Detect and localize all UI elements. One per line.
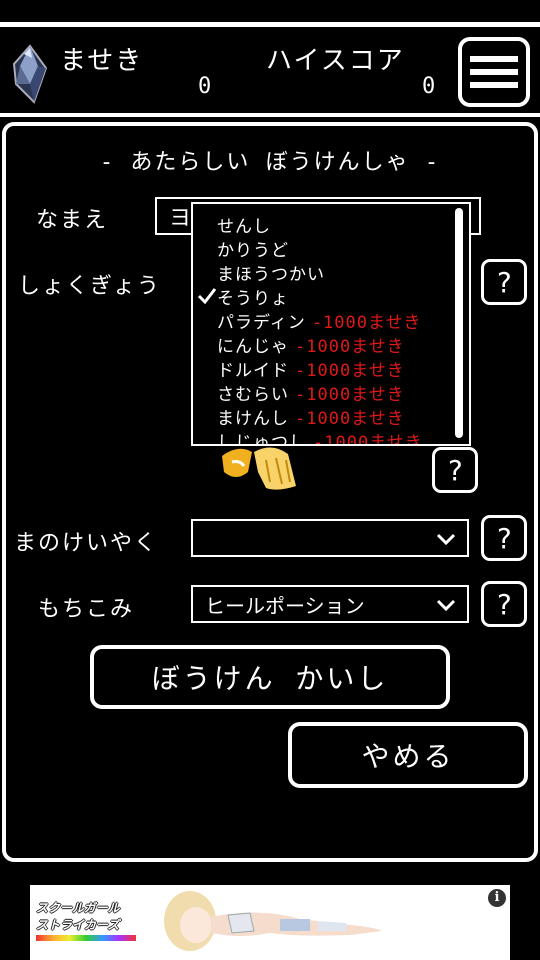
character-sprite xyxy=(222,447,296,490)
job-option-label: まけんし xyxy=(217,409,289,429)
menu-button[interactable] xyxy=(458,37,530,107)
job-option-cost: -1000ませき xyxy=(313,433,423,446)
job-option-cost: -1000ませき xyxy=(295,385,405,405)
header-divider xyxy=(0,113,540,117)
pact-select[interactable] xyxy=(191,519,469,557)
name-label: なまえ xyxy=(36,208,109,233)
job-option-label: さむらい xyxy=(217,385,289,405)
job-option-label: かりうど xyxy=(217,241,289,261)
chevron-down-icon xyxy=(436,599,456,612)
job-option-magic-swordsman[interactable]: まけんし -1000ませき xyxy=(217,404,405,429)
carry-select-value: ヒールポーション xyxy=(205,593,365,618)
job-option-hunter[interactable]: かりうど xyxy=(217,236,289,261)
job-option-druid[interactable]: ドルイド -1000ませき xyxy=(217,356,405,381)
hamburger-menu-icon xyxy=(470,56,518,62)
job-dropdown-list[interactable]: せんし かりうど まほうつかい そうりょ パラディン -1000ませき にんじゃ -… xyxy=(191,202,471,446)
job-option-necromancer[interactable]: しじゅつし -1000ませき xyxy=(217,428,423,446)
ad-logo-bars xyxy=(36,935,136,941)
checkmark-icon xyxy=(197,288,217,305)
highscore-label: ハイスコア xyxy=(266,46,405,76)
pact-label: まのけいやく xyxy=(14,531,159,556)
job-option-label: しじゅつし xyxy=(217,433,307,446)
job-help-button[interactable]: ? xyxy=(481,259,527,305)
pact-help-button[interactable]: ? xyxy=(481,515,527,561)
job-option-cost: -1000ませき xyxy=(295,409,405,429)
start-adventure-button[interactable]: ぼうけん かいし xyxy=(90,645,450,709)
chevron-down-icon xyxy=(436,533,456,546)
hamburger-bar xyxy=(470,69,518,75)
job-option-paladin[interactable]: パラディン -1000ませき xyxy=(217,308,421,333)
job-option-warrior[interactable]: せんし xyxy=(217,212,271,237)
job-option-cost: -1000ませき xyxy=(295,337,405,357)
job-option-label: まほうつかい xyxy=(217,265,325,285)
carry-label: もちこみ xyxy=(38,597,135,622)
carry-select[interactable]: ヒールポーション xyxy=(191,585,469,623)
job-option-label: にんじゃ xyxy=(217,337,289,357)
ad-logo: スクールガール ストライカーズ xyxy=(36,899,136,941)
hamburger-bar xyxy=(470,82,518,88)
ad-logo-line1: スクールガール xyxy=(36,901,120,915)
job-option-priest[interactable]: そうりょ xyxy=(217,284,289,309)
maseki-label: ませき xyxy=(60,46,144,76)
crystal-icon xyxy=(12,44,48,104)
ad-character-image xyxy=(164,891,382,951)
job-option-label: せんし xyxy=(217,217,271,237)
job-option-label: そうりょ xyxy=(217,289,289,309)
maseki-value: 0 xyxy=(198,74,212,99)
character-help-button[interactable]: ? xyxy=(432,447,478,493)
carry-help-button[interactable]: ? xyxy=(481,581,527,627)
job-option-label: ドルイド xyxy=(217,361,289,381)
job-option-cost: -1000ませき xyxy=(311,313,422,333)
job-option-mage[interactable]: まほうつかい xyxy=(217,260,325,285)
job-option-ninja[interactable]: にんじゃ -1000ませき xyxy=(217,332,405,357)
job-option-cost: -1000ませき xyxy=(295,361,405,381)
job-option-label: パラディン xyxy=(217,313,306,333)
ad-logo-line2: ストライカーズ xyxy=(36,918,120,932)
info-icon[interactable]: i xyxy=(488,889,506,907)
dropdown-scrollbar[interactable] xyxy=(455,208,463,438)
job-label: しょくぎょう xyxy=(18,274,161,299)
cancel-button[interactable]: やめる xyxy=(288,722,528,788)
job-option-samurai[interactable]: さむらい -1000ませき xyxy=(217,380,405,405)
panel-title: - あたらしい ぼうけんしゃ - xyxy=(99,150,441,175)
highscore-value: 0 xyxy=(422,74,436,99)
ad-banner[interactable]: スクールガール ストライカーズ i xyxy=(30,885,510,960)
